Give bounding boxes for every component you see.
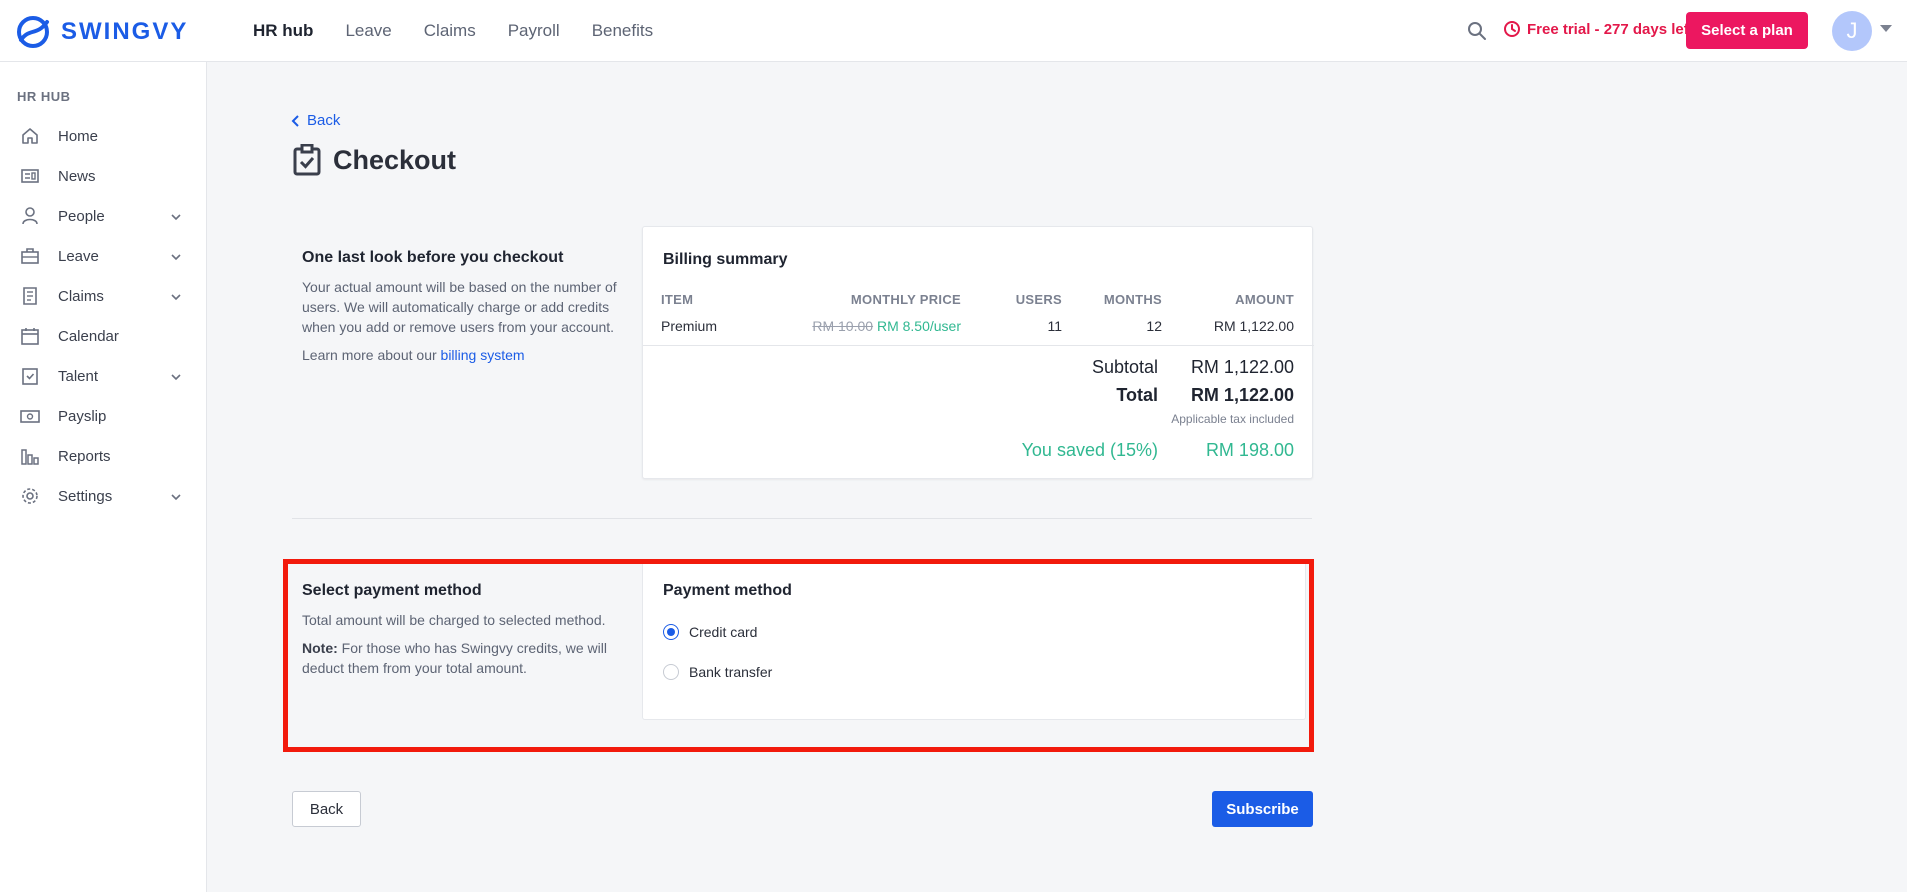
sidebar-item-leave[interactable]: Leave (0, 236, 207, 276)
sidebar-item-people[interactable]: People (0, 196, 207, 236)
chevron-down-icon[interactable] (1880, 25, 1892, 32)
review-title: One last look before you checkout (302, 249, 564, 266)
sidebar-item-label: Leave (58, 247, 99, 265)
saved-value: RM 198.00 (1205, 440, 1294, 460)
highlight-box (283, 559, 1314, 752)
back-link-label: Back (307, 112, 341, 129)
chevron-down-icon[interactable] (170, 291, 182, 303)
bar-chart-icon (21, 449, 39, 465)
row-monthly-price: RM 10.00 RM 8.50/user (812, 318, 961, 334)
subtotal-label: Subtotal (1091, 357, 1158, 377)
sidebar-item-calendar[interactable]: Calendar (0, 316, 207, 356)
sidebar-item-reports[interactable]: Reports (0, 436, 207, 476)
review-section: One last look before you checkout Your a… (302, 249, 622, 365)
free-trial-indicator[interactable]: Free trial - 277 days left (1503, 20, 1694, 38)
billing-divider (643, 345, 1314, 346)
sidebar-item-label: Settings (58, 487, 113, 505)
brand-name: SWINGVY (61, 18, 189, 45)
tax-note: Applicable tax included (1171, 412, 1294, 426)
clipboard-check-icon (293, 144, 321, 176)
gear-icon (22, 488, 38, 504)
sidebar-item-home[interactable]: Home (0, 116, 207, 156)
search-icon[interactable] (1466, 20, 1488, 42)
old-price: RM 10.00 (812, 318, 874, 334)
nav-benefits[interactable]: Benefits (592, 21, 653, 41)
row-users: 11 (1047, 318, 1062, 334)
billing-summary-card: Billing summary ITEM MONTHLY PRICE USERS… (642, 226, 1314, 479)
subtotal-value: RM 1,122.00 (1190, 357, 1294, 377)
money-icon (20, 410, 40, 423)
header-item: ITEM (661, 292, 694, 307)
top-bar: SWINGVY HR hub Leave Claims Payroll Bene… (0, 0, 1907, 62)
subscribe-button[interactable]: Subscribe (1212, 791, 1313, 827)
clipboard-check-icon (22, 368, 38, 385)
header-users: USERS (1015, 292, 1062, 307)
review-description: Your actual amount will be based on the … (302, 279, 617, 335)
sidebar-item-label: Home (58, 127, 99, 145)
sidebar-item-claims[interactable]: Claims (0, 276, 207, 316)
total-value: RM 1,122.00 (1190, 385, 1294, 405)
billing-summary-title: Billing summary (663, 251, 788, 268)
nav-payroll[interactable]: Payroll (508, 21, 560, 41)
receipt-icon (23, 287, 37, 305)
nav-leave[interactable]: Leave (345, 21, 391, 41)
free-trial-label: Free trial - 277 days left (1527, 20, 1694, 38)
clock-icon (1504, 21, 1520, 37)
sidebar: HR HUB Home News People Leave Claims Cal… (0, 62, 207, 892)
sidebar-item-payslip[interactable]: Payslip (0, 396, 207, 436)
sidebar-item-label: News (58, 167, 96, 185)
sidebar-item-label: People (58, 207, 105, 225)
news-icon (21, 169, 39, 183)
learn-more-text: Learn more about our billing system (302, 345, 622, 365)
sidebar-item-label: Payslip (58, 407, 107, 425)
nav-hr-hub[interactable]: HR hub (253, 21, 313, 41)
new-price: RM 8.50/user (876, 318, 961, 334)
saved-label: You saved (15%) (1021, 440, 1158, 460)
select-plan-button[interactable]: Select a plan (1686, 12, 1808, 49)
briefcase-icon (21, 248, 39, 264)
chevron-left-icon (291, 114, 299, 127)
sidebar-item-talent[interactable]: Talent (0, 356, 207, 396)
swingvy-logo-icon (17, 16, 49, 48)
learn-more-prefix: Learn more about our (302, 347, 441, 363)
chevron-down-icon[interactable] (170, 251, 182, 263)
page-title-text: Checkout (333, 144, 457, 175)
section-divider (292, 518, 1312, 519)
swingvy-logo[interactable]: SWINGVY (15, 14, 188, 50)
sidebar-item-label: Claims (58, 287, 104, 305)
header-months: MONTHS (1103, 292, 1162, 307)
sidebar-item-label: Talent (58, 367, 99, 385)
billing-system-link[interactable]: billing system (441, 347, 525, 363)
chevron-down-icon[interactable] (170, 211, 182, 223)
chevron-down-icon[interactable] (170, 491, 182, 503)
home-icon (22, 128, 38, 144)
total-label: Total (1116, 385, 1158, 405)
person-icon (22, 207, 38, 225)
back-link[interactable]: Back (291, 112, 340, 129)
page-title: Checkout (293, 144, 456, 176)
row-amount: RM 1,122.00 (1213, 318, 1294, 334)
sidebar-item-label: Reports (58, 447, 111, 465)
top-nav: HR hub Leave Claims Payroll Benefits (253, 0, 685, 62)
row-item: Premium (661, 318, 718, 334)
nav-claims[interactable]: Claims (424, 21, 476, 41)
chevron-down-icon[interactable] (170, 371, 182, 383)
header-monthly-price: MONTHLY PRICE (850, 292, 961, 307)
sidebar-item-settings[interactable]: Settings (0, 476, 207, 516)
row-months: 12 (1146, 318, 1162, 334)
sidebar-item-news[interactable]: News (0, 156, 207, 196)
header-amount: AMOUNT (1235, 292, 1294, 307)
avatar[interactable]: J (1832, 11, 1872, 51)
sidebar-header: HR HUB (17, 89, 71, 104)
calendar-icon (21, 328, 39, 345)
sidebar-item-label: Calendar (58, 327, 119, 345)
back-button[interactable]: Back (292, 791, 361, 827)
